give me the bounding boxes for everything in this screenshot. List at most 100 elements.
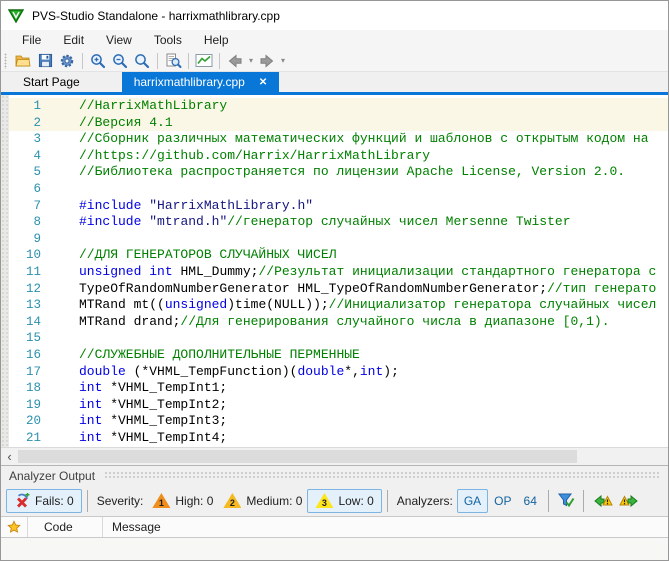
code-text: int *VHML_TempInt2;	[79, 397, 227, 414]
code-text: MTRand mt((unsigned)time(NULL));//Инициа…	[79, 297, 656, 314]
toolbar-separator	[82, 53, 83, 69]
severity-high-filter[interactable]: 1 High: 0	[147, 489, 218, 513]
analyzer-64-button[interactable]: 64	[518, 489, 543, 513]
window-title: PVS-Studio Standalone - harrixmathlibrar…	[32, 9, 280, 23]
filter-button[interactable]	[554, 491, 578, 510]
fails-filter-button[interactable]: Fails: 0	[6, 489, 82, 513]
line-number: 12	[9, 281, 41, 298]
scroll-left-icon[interactable]: ‹	[1, 448, 18, 465]
code-line[interactable]: 3//Сборник различных математических функ…	[1, 131, 668, 148]
line-number: 19	[9, 397, 41, 414]
message-column-header[interactable]: Message	[103, 517, 668, 537]
analyzer-ga-button[interactable]: GA	[457, 489, 488, 513]
severity-low-icon: 3	[315, 493, 333, 508]
zoom-out-button[interactable]	[109, 51, 131, 71]
code-line[interactable]: 21int *VHML_TempInt4;	[1, 430, 668, 447]
analyzer-output-toolbar: Fails: 0 Severity: 1 High: 0 2 Medium: 0…	[1, 485, 668, 516]
code-line[interactable]: 4//https://github.com/Harrix/HarrixMathL…	[1, 148, 668, 165]
analyzer-output-grip[interactable]	[104, 471, 660, 480]
line-number: 4	[9, 148, 41, 165]
horizontal-scrollbar[interactable]: ‹	[1, 447, 668, 465]
code-line[interactable]: 10 //ДЛЯ ГЕНЕРАТОРОВ СЛУЧАЙНЫХ ЧИСЕЛ	[1, 247, 668, 264]
code-column-header[interactable]: Code	[28, 517, 103, 537]
preview-search-button[interactable]	[162, 51, 184, 71]
zoom-in-button[interactable]	[87, 51, 109, 71]
tab-start-page[interactable]: Start Page	[7, 72, 96, 92]
line-number: 17	[9, 364, 41, 381]
analyzer-op-button[interactable]: OP	[488, 489, 517, 513]
menu-help[interactable]: Help	[193, 31, 240, 49]
scrollbar-thumb[interactable]	[18, 450, 577, 463]
previous-warning-icon	[592, 493, 613, 509]
analyzer-output-header: Analyzer Output	[1, 465, 668, 485]
code-text: //ДЛЯ ГЕНЕРАТОРОВ СЛУЧАЙНЫХ ЧИСЕЛ	[79, 247, 336, 264]
forward-dropdown-icon[interactable]: ▾	[278, 56, 288, 65]
code-line[interactable]: 12TypeOfRandomNumberGenerator HML_TypeOf…	[1, 281, 668, 298]
code-line[interactable]: 15	[1, 330, 668, 347]
statistics-button[interactable]	[193, 51, 215, 71]
analyzer-output-title: Analyzer Output	[9, 469, 95, 483]
code-line[interactable]: 8#include "mtrand.h"//генератор случайны…	[1, 214, 668, 231]
app-window: PVS-Studio Standalone - harrixmathlibrar…	[0, 0, 669, 561]
menu-bar: File Edit View Tools Help	[1, 30, 668, 50]
navigate-back-button[interactable]	[224, 51, 246, 71]
previous-message-button[interactable]	[589, 492, 616, 510]
results-table-body[interactable]	[1, 538, 668, 560]
code-line[interactable]: 5//Библиотека распространяется по лиценз…	[1, 164, 668, 181]
open-file-button[interactable]	[12, 51, 34, 71]
line-number: 9	[9, 231, 41, 248]
menu-view[interactable]: View	[95, 31, 143, 49]
line-number: 16	[9, 347, 41, 364]
navigate-forward-button[interactable]	[256, 51, 278, 71]
severity-label: Severity:	[97, 494, 144, 508]
code-line[interactable]: 11unsigned int HML_Dummy;//Результат ини…	[1, 264, 668, 281]
line-number: 21	[9, 430, 41, 447]
code-line[interactable]: 19 int *VHML_TempInt2;	[1, 397, 668, 414]
code-line[interactable]: 9	[1, 231, 668, 248]
line-number: 18	[9, 380, 41, 397]
code-line[interactable]: 22double *VHML_TempDouble1;	[1, 446, 668, 447]
code-text: #include "mtrand.h"//генератор случайных…	[79, 214, 571, 231]
back-dropdown-icon[interactable]: ▾	[246, 56, 256, 65]
code-line[interactable]: 13MTRand mt((unsigned)time(NULL));//Иниц…	[1, 297, 668, 314]
toolbar: ▾ ▾	[1, 50, 668, 72]
code-line[interactable]: 14MTRand drand;//Для генерирования случа…	[1, 314, 668, 331]
code-editor[interactable]: 1//HarrixMathLibrary2//Версия 4.13//Сбор…	[1, 95, 668, 447]
severity-medium-filter[interactable]: 2 Medium: 0	[218, 489, 307, 513]
severity-low-filter[interactable]: 3 Low: 0	[307, 489, 381, 513]
code-text: int *VHML_TempInt3;	[79, 413, 227, 430]
close-tab-icon[interactable]: ✕	[259, 77, 267, 88]
code-line[interactable]: 2//Версия 4.1	[1, 115, 668, 132]
next-message-button[interactable]	[616, 492, 643, 510]
favorites-column-header[interactable]	[1, 517, 28, 537]
menu-file[interactable]: File	[11, 31, 52, 49]
code-line[interactable]: 16 //СЛУЖЕБНЫЕ ДОПОЛНИТЕЛЬНЫЕ ПЕРМЕННЫЕ	[1, 347, 668, 364]
code-line[interactable]: 1//HarrixMathLibrary	[1, 98, 668, 115]
line-number: 22	[9, 446, 41, 447]
title-bar: PVS-Studio Standalone - harrixmathlibrar…	[1, 1, 668, 30]
menu-tools[interactable]: Tools	[143, 31, 193, 49]
code-line[interactable]: 7#include "HarrixMathLibrary.h"	[1, 198, 668, 215]
tab-harrixmathlibrary[interactable]: harrixmathlibrary.cpp ✕	[122, 72, 280, 92]
code-line[interactable]: 17double (*VHML_TempFunction)(double*,in…	[1, 364, 668, 381]
code-line[interactable]: 18int *VHML_TempInt1;	[1, 380, 668, 397]
code-line[interactable]: 6	[1, 181, 668, 198]
line-number: 1	[9, 98, 41, 115]
high-count-label: High: 0	[175, 494, 213, 508]
line-number: 10	[9, 247, 41, 264]
code-text: //СЛУЖЕБНЫЕ ДОПОЛНИТЕЛЬНЫЕ ПЕРМЕННЫЕ	[79, 347, 360, 364]
filter-funnel-icon	[557, 492, 575, 509]
toolbar-separator	[157, 53, 158, 69]
search-icon	[134, 53, 150, 69]
settings-button[interactable]	[56, 51, 78, 71]
back-arrow-icon	[227, 53, 243, 69]
search-button[interactable]	[131, 51, 153, 71]
menu-edit[interactable]: Edit	[52, 31, 95, 49]
scrollbar-track[interactable]	[18, 448, 668, 465]
zoom-out-icon	[112, 53, 128, 69]
code-line[interactable]: 20int *VHML_TempInt3;	[1, 413, 668, 430]
save-button[interactable]	[34, 51, 56, 71]
forward-arrow-icon	[259, 53, 275, 69]
editor-margin-strip	[1, 95, 9, 447]
line-number: 7	[9, 198, 41, 215]
